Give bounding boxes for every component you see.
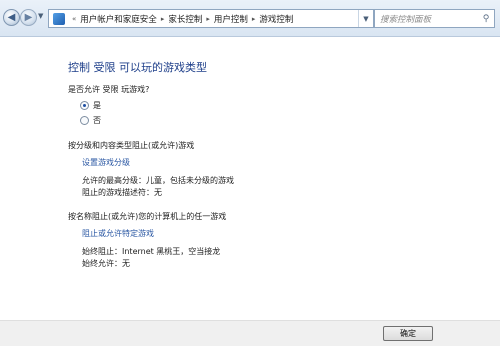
always-block-text: 始终阻止：Internet 黑桃王，空当接龙 bbox=[82, 247, 221, 256]
always-allow-text: 始终允许：无 bbox=[82, 259, 130, 268]
forward-arrow-icon: ▶ bbox=[24, 11, 33, 23]
radio-unselected-icon[interactable] bbox=[80, 116, 89, 125]
breadcrumb-game-controls[interactable]: 游戏控制 bbox=[259, 13, 293, 25]
game-controls-panel: 控制 受限 可以玩的游戏类型 是否允许 受限 玩游戏? 是 否 按分级和内容类型… bbox=[0, 37, 500, 320]
blocked-descriptors-text: 阻止的游戏描述符：无 bbox=[82, 188, 162, 197]
search-input[interactable]: 搜索控制面板 bbox=[380, 13, 478, 25]
forward-button[interactable]: ▶ bbox=[20, 9, 37, 26]
search-icon[interactable]: ⚲ bbox=[478, 14, 494, 24]
radio-yes-label: 是 bbox=[93, 101, 101, 110]
back-button[interactable]: ◀ bbox=[3, 9, 20, 26]
breadcrumb-chevron-icon[interactable]: ▸ bbox=[161, 15, 165, 23]
address-toolbar: ◀ ▶ ▼ « 用户帐户和家庭安全 ▸ 家长控制 ▸ 用户控制 ▸ 游戏控制 ▼… bbox=[0, 0, 500, 37]
recent-pages-dropdown-icon[interactable]: ▼ bbox=[38, 12, 43, 20]
radio-no-label: 否 bbox=[93, 116, 101, 125]
radio-selected-icon[interactable] bbox=[80, 101, 89, 110]
set-game-ratings-link[interactable]: 设置游戏分级 bbox=[82, 157, 130, 168]
breadcrumb-user-accounts[interactable]: 用户帐户和家庭安全 bbox=[80, 13, 157, 25]
page-title: 控制 受限 可以玩的游戏类型 bbox=[68, 61, 207, 74]
breadcrumb-parental-controls[interactable]: 家长控制 bbox=[168, 13, 202, 25]
radio-option-no[interactable]: 否 bbox=[80, 115, 101, 126]
search-box[interactable]: 搜索控制面板 ⚲ bbox=[374, 9, 495, 28]
back-arrow-icon: ◀ bbox=[7, 11, 16, 23]
max-rating-text: 允许的最高分级：儿童，包括未分级的游戏 bbox=[82, 176, 234, 185]
block-specific-games-link[interactable]: 阻止或允许特定游戏 bbox=[82, 228, 154, 239]
rating-section-heading: 按分级和内容类型阻止(或允许)游戏 bbox=[68, 141, 195, 150]
address-bar[interactable]: « 用户帐户和家庭安全 ▸ 家长控制 ▸ 用户控制 ▸ 游戏控制 ▼ bbox=[48, 9, 374, 28]
breadcrumb-user-controls[interactable]: 用户控制 bbox=[214, 13, 248, 25]
radio-option-yes[interactable]: 是 bbox=[80, 100, 101, 111]
address-dropdown-icon[interactable]: ▼ bbox=[358, 10, 373, 27]
control-panel-icon bbox=[53, 12, 65, 25]
allow-games-question: 是否允许 受限 玩游戏? bbox=[68, 85, 150, 94]
ok-button[interactable]: 确定 bbox=[383, 326, 433, 341]
breadcrumb-chevron-icon[interactable]: ▸ bbox=[252, 15, 256, 23]
name-section-heading: 按名称阻止(或允许)您的计算机上的任一游戏 bbox=[68, 212, 227, 221]
breadcrumb-chevron-icon[interactable]: ▸ bbox=[206, 15, 210, 23]
breadcrumb-overflow-icon[interactable]: « bbox=[72, 15, 76, 23]
dialog-footer: 确定 bbox=[0, 320, 500, 346]
